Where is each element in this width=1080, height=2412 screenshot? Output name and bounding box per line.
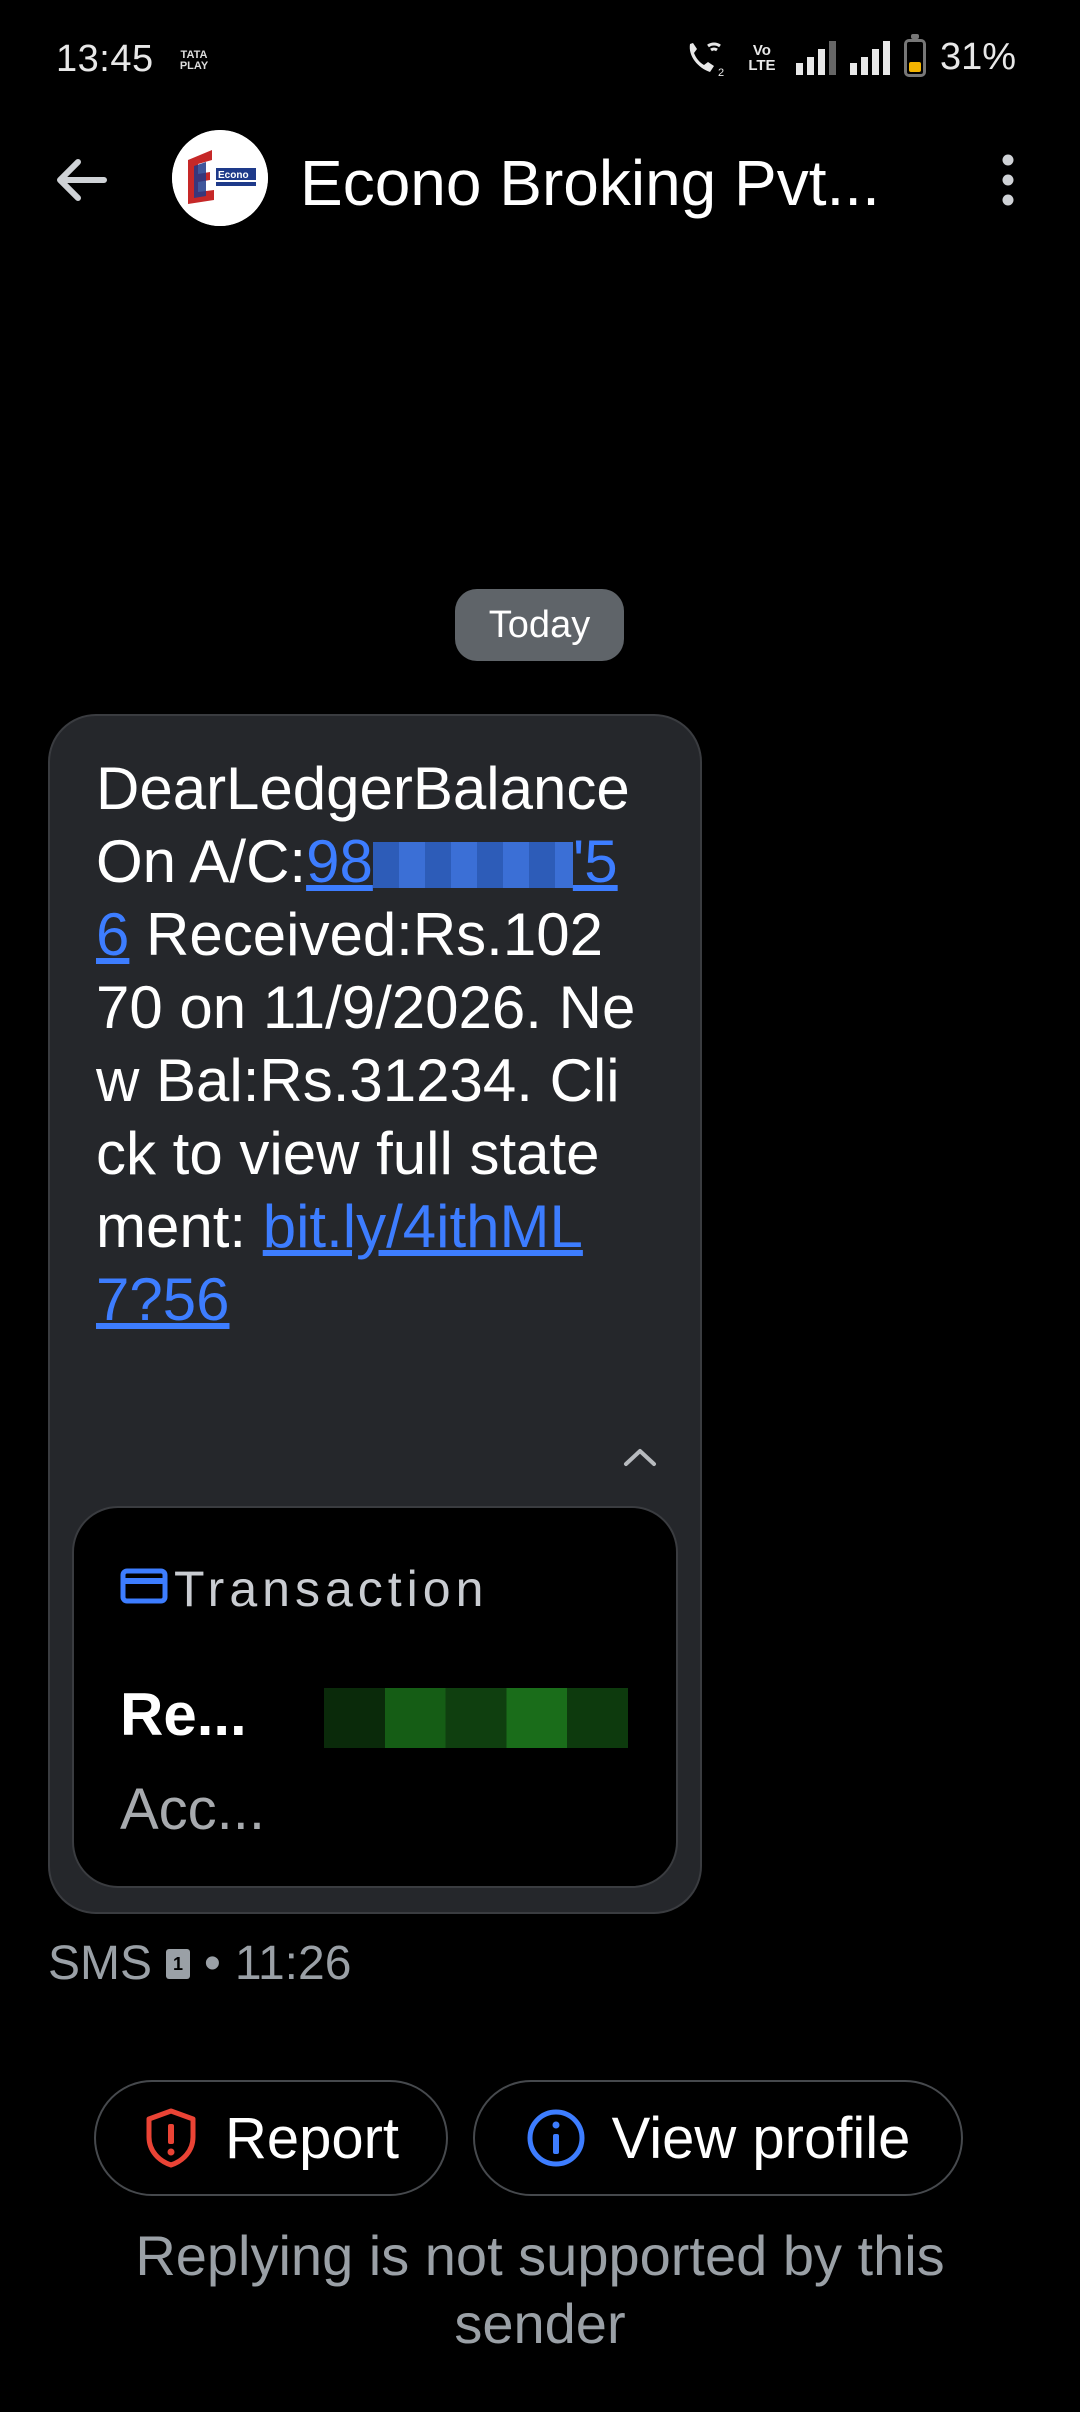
report-label: Report — [224, 2105, 400, 2171]
card-row-received: Re... — [120, 1681, 247, 1748]
conversation-title: Econo Broking Pvt... — [300, 147, 880, 219]
chevron-up-icon[interactable] — [620, 1442, 660, 1472]
card-title: Transaction — [174, 1561, 489, 1617]
status-icons: 2 Vo LTE 31% — [684, 33, 1016, 79]
reply-unsupported-notice: Replying is not supported by this sender — [135, 2224, 945, 2355]
date-chip: Today — [455, 589, 624, 661]
account-prefix: 98 — [306, 828, 373, 895]
card-row-account: Acc... — [120, 1777, 266, 1842]
status-time: 13:45 — [56, 38, 154, 80]
message-meta: SMS 1 • 11:26 — [48, 1936, 351, 1991]
credit-card-icon — [120, 1568, 168, 1604]
message-time: 11:26 — [234, 1937, 352, 1990]
redacted-amount — [324, 1688, 628, 1748]
svg-text:2: 2 — [718, 67, 724, 78]
sim-icon: 1 — [166, 1948, 191, 1979]
view-profile-button[interactable]: View profile — [473, 2080, 963, 2196]
signal-icon-2 — [849, 40, 890, 75]
battery-percent: 31% — [939, 36, 1016, 78]
carrier-label: TATA PLAY — [179, 49, 209, 72]
battery-icon — [903, 33, 926, 77]
meta-separator: • — [204, 1937, 221, 1990]
view-profile-label: View profile — [611, 2105, 911, 2171]
channel-label: SMS — [48, 1937, 153, 1990]
battery-fill — [908, 61, 921, 72]
report-button[interactable]: Report — [94, 2080, 448, 2196]
more-options-icon[interactable] — [994, 152, 1022, 208]
avatar-logo-text: Econo — [218, 170, 249, 181]
wifi-calling-icon: 2 — [689, 42, 724, 78]
account-number-link[interactable]: 98 — [306, 828, 573, 895]
shield-alert-icon — [146, 2108, 196, 2168]
redacted-account — [372, 842, 573, 888]
volte-label: Vo LTE — [748, 41, 776, 74]
econo-logo-icon: Econo — [172, 130, 268, 226]
message-text: DearLedgerBalanceOn A/C:98'56 Received:R… — [96, 752, 636, 1336]
info-icon — [527, 2109, 585, 2167]
sender-avatar[interactable]: Econo — [172, 130, 268, 226]
signal-icon-1 — [795, 40, 836, 75]
back-arrow-icon[interactable] — [52, 150, 112, 210]
